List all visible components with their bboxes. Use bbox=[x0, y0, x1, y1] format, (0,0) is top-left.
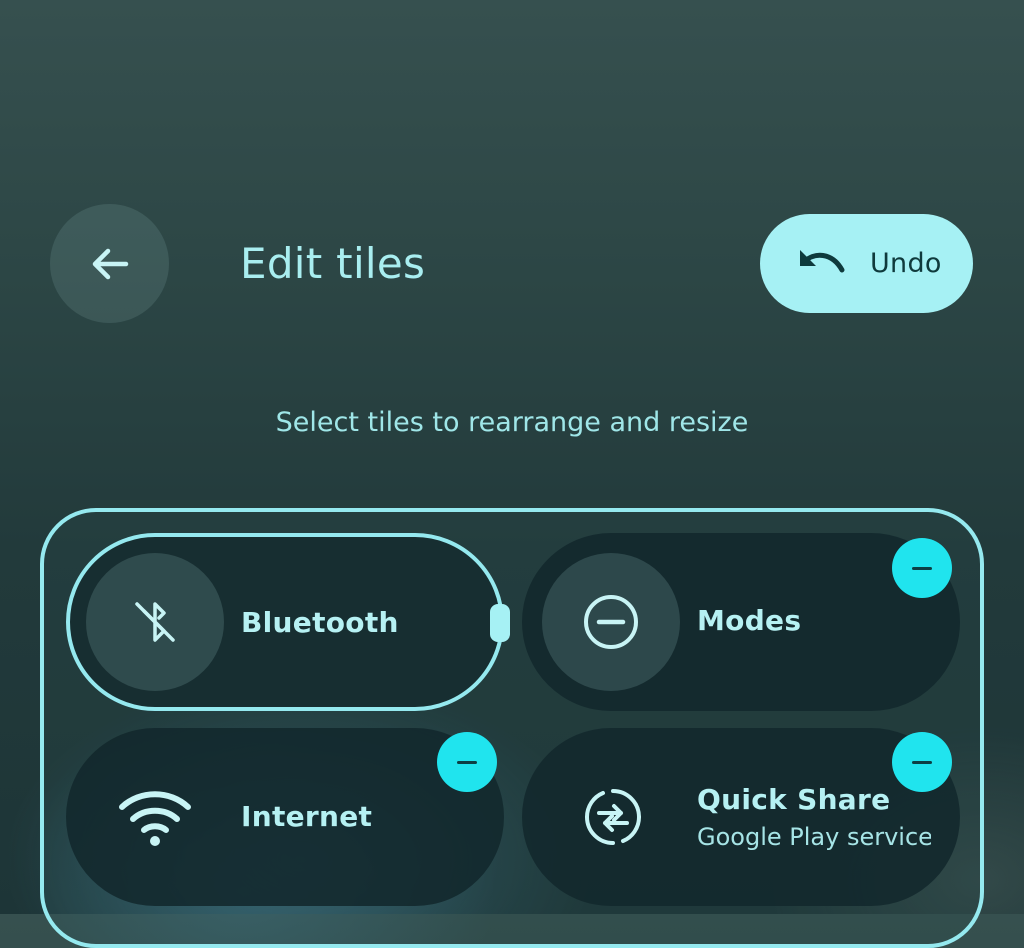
page-title: Edit tiles bbox=[240, 239, 426, 288]
tile-resize-handle[interactable] bbox=[490, 604, 510, 642]
minus-icon bbox=[912, 760, 932, 764]
do-not-disturb-icon bbox=[584, 595, 638, 649]
bluetooth-off-icon bbox=[135, 602, 175, 642]
tile-quick-share-secondary: Google Play services bbox=[697, 823, 931, 851]
tile-modes-icon-container bbox=[542, 553, 680, 691]
tile-bluetooth[interactable]: Bluetooth bbox=[66, 533, 504, 711]
minus-icon bbox=[912, 566, 932, 570]
undo-label: Undo bbox=[870, 248, 942, 279]
undo-button[interactable]: Undo bbox=[760, 214, 973, 313]
tile-bluetooth-icon-container bbox=[86, 553, 224, 691]
minus-icon bbox=[457, 760, 477, 764]
remove-modes-button[interactable] bbox=[892, 538, 952, 598]
tile-bluetooth-label: Bluetooth bbox=[241, 606, 399, 639]
remove-quick-share-button[interactable] bbox=[892, 732, 952, 792]
wifi-icon bbox=[119, 791, 191, 846]
current-tiles-panel: Bluetooth Modes Internet Quick Share Goo… bbox=[40, 508, 984, 948]
tile-quick-share-icon-container bbox=[544, 748, 682, 886]
quick-share-icon bbox=[585, 789, 641, 845]
tile-modes-label: Modes bbox=[697, 604, 802, 637]
tile-internet-label: Internet bbox=[241, 800, 373, 833]
remove-internet-button[interactable] bbox=[437, 732, 497, 792]
edit-instructions: Select tiles to rearrange and resize bbox=[275, 407, 749, 438]
arrow-left-icon bbox=[92, 248, 128, 279]
tile-internet-icon-container bbox=[86, 748, 224, 886]
tile-quick-share-label: Quick Share bbox=[697, 783, 891, 816]
back-button[interactable] bbox=[50, 204, 169, 323]
undo-icon bbox=[794, 244, 848, 284]
